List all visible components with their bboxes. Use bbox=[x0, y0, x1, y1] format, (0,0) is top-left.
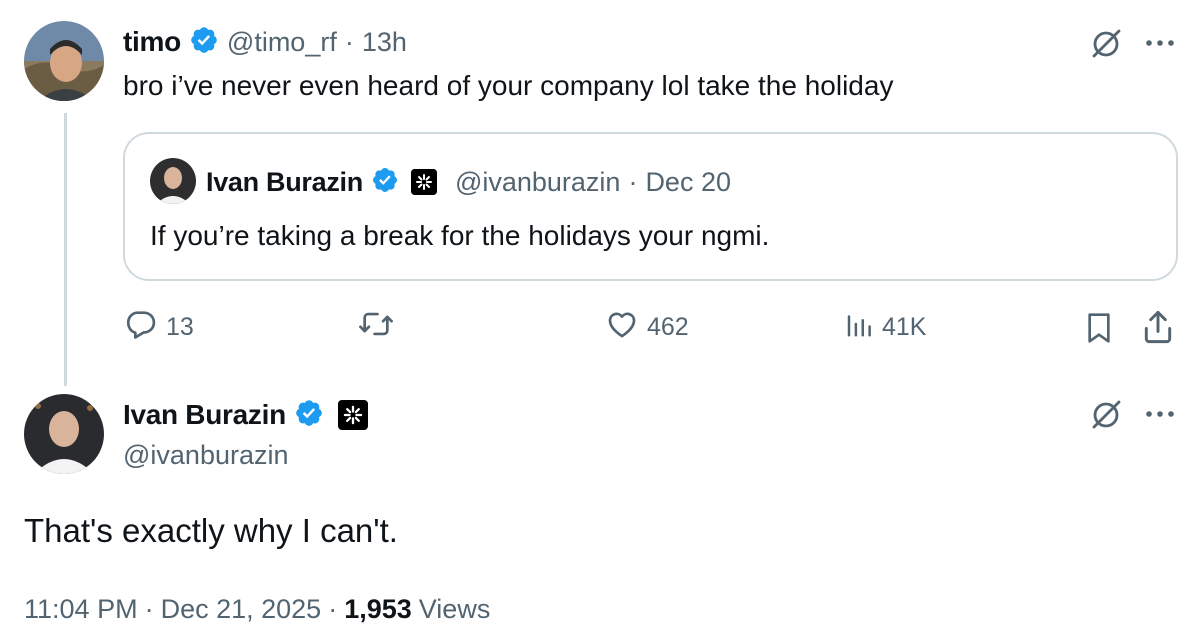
tweet-header-ivan: Ivan Burazin bbox=[123, 396, 368, 434]
org-badge-icon bbox=[410, 169, 437, 195]
tweet-text: bro i’ve never even heard of your compan… bbox=[123, 70, 894, 101]
like-count: 462 bbox=[647, 312, 689, 341]
quoted-display-name: Ivan Burazin bbox=[206, 166, 363, 197]
share-icon[interactable] bbox=[1140, 308, 1176, 346]
grok-icon[interactable] bbox=[1088, 397, 1124, 433]
views-count: 41K bbox=[882, 312, 927, 341]
retweet-button[interactable] bbox=[357, 309, 395, 345]
org-badge-icon bbox=[337, 400, 368, 430]
separator: · bbox=[144, 594, 154, 624]
bookmark-icon[interactable] bbox=[1083, 310, 1115, 346]
reply-button[interactable]: 13 bbox=[124, 309, 194, 345]
timestamp[interactable]: 13h bbox=[362, 27, 407, 58]
retweet-icon bbox=[357, 307, 395, 348]
avatar-ivan[interactable] bbox=[24, 394, 104, 474]
handle[interactable]: @timo_rf bbox=[227, 27, 337, 58]
views-count: 1,953 bbox=[344, 594, 412, 624]
verified-badge-icon bbox=[189, 25, 219, 60]
separator: · bbox=[328, 594, 338, 624]
avatar-timo[interactable] bbox=[24, 21, 104, 101]
tweet-header-timo: timo @timo_rf · 13h bbox=[123, 24, 407, 60]
views-button[interactable]: 41K bbox=[844, 309, 926, 345]
like-button[interactable]: 462 bbox=[605, 309, 689, 345]
more-icon[interactable] bbox=[1142, 36, 1178, 50]
handle[interactable]: @ivanburazin bbox=[123, 440, 289, 471]
quoted-tweet-text: If you’re taking a break for the holiday… bbox=[150, 220, 770, 251]
tweet-date[interactable]: Dec 21, 2025 bbox=[161, 594, 322, 625]
tweet-time[interactable]: 11:04 PM bbox=[24, 594, 138, 625]
quoted-date: Dec 20 bbox=[645, 166, 731, 197]
verified-badge-icon bbox=[371, 166, 399, 199]
views-icon bbox=[844, 309, 874, 346]
separator: · bbox=[628, 166, 638, 197]
avatar-ivan-quote[interactable] bbox=[150, 158, 196, 204]
quoted-tweet-header: Ivan Burazin @ivanburazin · Dec 20 bbox=[206, 164, 731, 200]
tweet-metadata: 11:04 PM · Dec 21, 2025 · 1,953 Views bbox=[24, 594, 490, 625]
quoted-tweet-card[interactable] bbox=[123, 132, 1178, 281]
main-tweet-text: That's exactly why I can't. bbox=[24, 512, 398, 549]
views-label: Views bbox=[418, 594, 491, 624]
more-icon[interactable] bbox=[1142, 407, 1178, 421]
verified-badge-icon bbox=[294, 398, 324, 433]
display-name[interactable]: Ivan Burazin bbox=[123, 399, 286, 431]
reply-count: 13 bbox=[166, 312, 194, 341]
grok-icon[interactable] bbox=[1088, 26, 1124, 62]
reply-icon bbox=[124, 307, 158, 348]
quoted-handle: @ivanburazin bbox=[454, 166, 621, 197]
like-icon bbox=[605, 307, 639, 348]
thread-connector-line bbox=[64, 113, 67, 386]
separator: · bbox=[344, 26, 354, 57]
display-name[interactable]: timo bbox=[123, 26, 181, 58]
